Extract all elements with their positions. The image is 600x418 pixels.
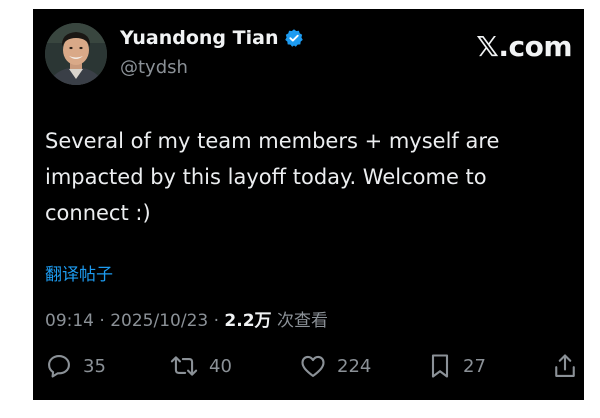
bookmark-icon bbox=[427, 352, 453, 380]
like-button[interactable]: 224 bbox=[299, 352, 371, 380]
views-count: 2.2万 bbox=[224, 311, 272, 331]
share-button[interactable] bbox=[552, 352, 578, 380]
speech-bubble-icon bbox=[45, 352, 73, 380]
bookmark-button[interactable]: 27 bbox=[427, 352, 486, 380]
repost-count: 40 bbox=[209, 355, 232, 377]
avatar-image bbox=[45, 23, 107, 85]
share-upload-icon bbox=[552, 352, 578, 380]
reply-count: 35 bbox=[83, 355, 106, 377]
repost-button[interactable]: 40 bbox=[169, 352, 232, 380]
author-display-name[interactable]: Yuandong Tian bbox=[120, 27, 278, 49]
verified-badge-icon bbox=[284, 28, 304, 48]
x-logo: 𝕏.com bbox=[476, 30, 572, 63]
author-name-row[interactable]: Yuandong Tian bbox=[120, 27, 304, 49]
repost-arrows-icon bbox=[169, 352, 199, 380]
reply-button[interactable]: 35 bbox=[45, 352, 106, 380]
tweet-date[interactable]: 2025/10/23 bbox=[110, 311, 208, 331]
like-count: 224 bbox=[337, 355, 372, 377]
tweet-time[interactable]: 09:14 bbox=[45, 311, 94, 331]
x-logo-icon: 𝕏 bbox=[476, 30, 499, 63]
x-logo-suffix: .com bbox=[498, 30, 572, 63]
tweet-meta: 09:14 · 2025/10/23 · 2.2万 次查看 bbox=[45, 306, 328, 331]
meta-separator: · bbox=[99, 311, 105, 331]
tweet-card: Yuandong Tian @tydsh 𝕏.com Several of my… bbox=[33, 9, 584, 400]
meta-separator: · bbox=[213, 311, 220, 331]
action-bar: 35 40 224 27 bbox=[33, 352, 584, 388]
translate-post-link[interactable]: 翻译帖子 bbox=[45, 260, 113, 285]
tweet-text: Several of my team members + myself are … bbox=[45, 129, 500, 225]
avatar[interactable] bbox=[45, 23, 107, 85]
bookmark-count: 27 bbox=[463, 355, 486, 377]
views-label: 次查看 bbox=[276, 311, 328, 331]
author-handle[interactable]: @tydsh bbox=[120, 57, 188, 78]
heart-icon bbox=[299, 352, 327, 380]
